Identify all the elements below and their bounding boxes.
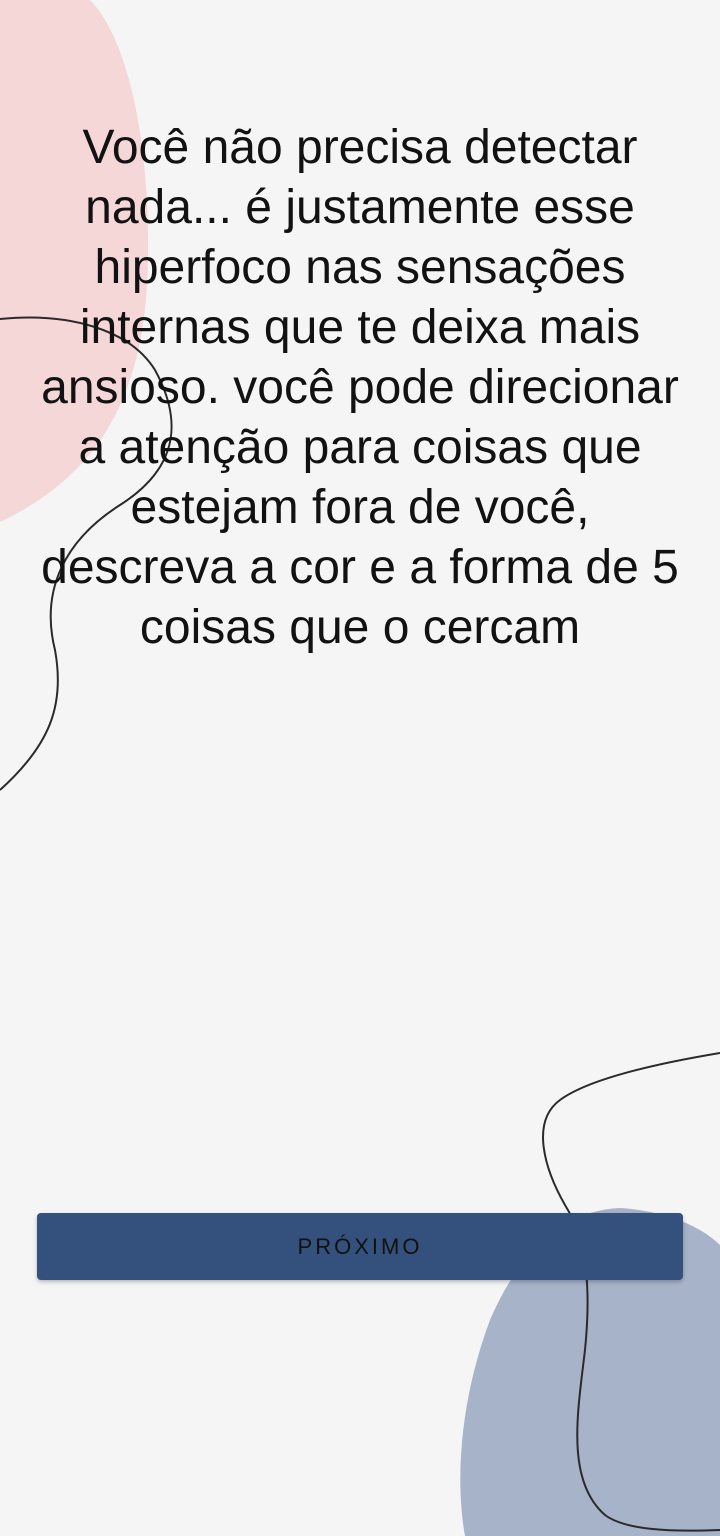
instruction-message: Você não precisa detectar nada... é just…: [41, 121, 679, 654]
bottom-line-curve: [542, 1052, 720, 1532]
app-screen: Você não precisa detectar nada... é just…: [0, 0, 720, 1536]
next-button[interactable]: PRÓXIMO: [37, 1213, 683, 1280]
